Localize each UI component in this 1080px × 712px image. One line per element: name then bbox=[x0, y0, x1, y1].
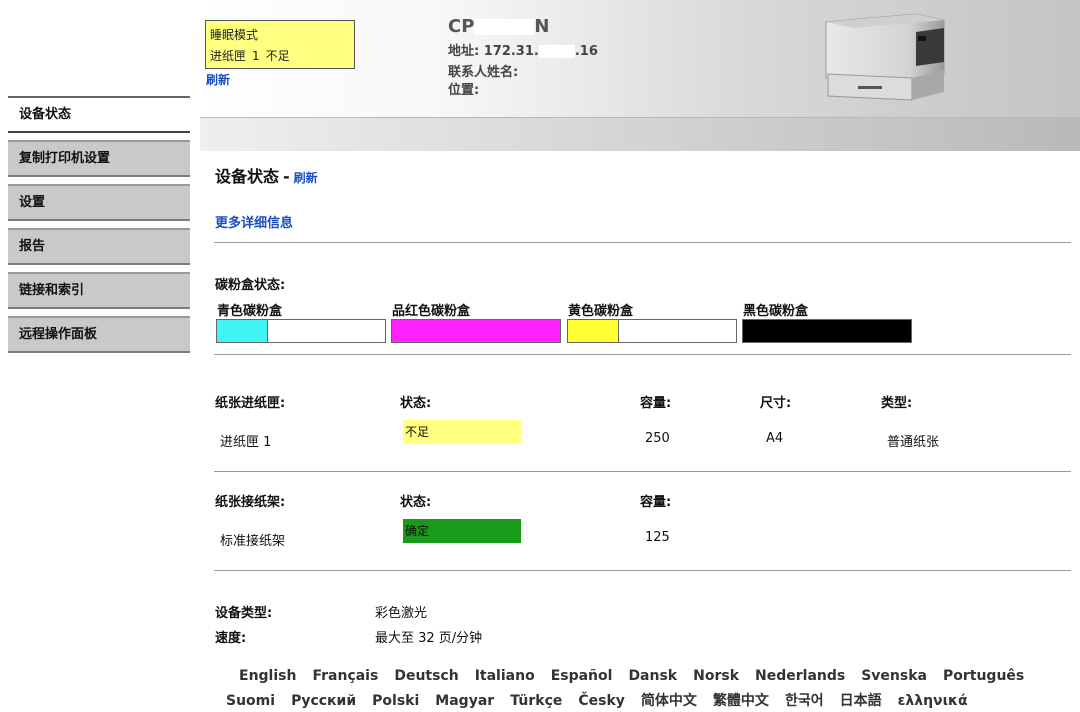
yellow-toner-label: 黄色碳粉盒 bbox=[568, 304, 634, 319]
yellow-toner-gauge bbox=[567, 319, 737, 343]
divider bbox=[214, 354, 1071, 355]
device-type-value: 彩色激光 bbox=[375, 606, 428, 621]
toner-status-label: 碳粉盒状态: bbox=[215, 278, 286, 293]
tray-1-capacity: 250 bbox=[645, 431, 670, 446]
lang-link-russian[interactable]: Русский bbox=[291, 693, 356, 709]
lang-link-espanol[interactable]: Español bbox=[551, 668, 613, 684]
header-divider-band bbox=[200, 117, 1080, 151]
printer-address: 地址: 172.31. .16 bbox=[448, 44, 598, 59]
lang-link-english[interactable]: English bbox=[239, 668, 296, 684]
divider bbox=[214, 471, 1071, 472]
status-mode-text: 睡眠模式 bbox=[210, 28, 259, 42]
speed-label: 速度: bbox=[215, 631, 247, 646]
lang-link-suomi[interactable]: Suomi bbox=[226, 693, 275, 709]
lang-link-deutsch[interactable]: Deutsch bbox=[394, 668, 458, 684]
standard-bin-name: 标准接纸架 bbox=[220, 534, 286, 549]
output-bin-capacity-header: 容量: bbox=[640, 495, 672, 510]
standard-bin-capacity: 125 bbox=[645, 530, 670, 545]
sidebar-item-settings[interactable]: 设置 bbox=[8, 184, 190, 221]
lang-link-norsk[interactable]: Norsk bbox=[693, 668, 739, 684]
cyan-toner-fill bbox=[217, 320, 269, 342]
black-toner-gauge bbox=[742, 319, 912, 343]
lang-link-korean[interactable]: 한국어 bbox=[785, 693, 824, 709]
printer-status-box: 睡眠模式 进纸匣 1 不足 bbox=[205, 20, 355, 69]
yellow-toner-fill bbox=[568, 320, 620, 342]
cyan-toner-gauge bbox=[216, 319, 386, 343]
input-tray-capacity-header: 容量: bbox=[640, 396, 672, 411]
input-tray-size-header: 尺寸: bbox=[760, 396, 792, 411]
sidebar-item-reports[interactable]: 报告 bbox=[8, 228, 190, 265]
language-links-row-2: Suomi Русский Polski Magyar Türkçe Česky 简体中文繁… bbox=[226, 690, 984, 710]
divider bbox=[214, 570, 1071, 571]
redacted-block bbox=[474, 19, 535, 35]
black-toner-fill bbox=[743, 320, 911, 342]
lang-link-magyar[interactable]: Magyar bbox=[435, 693, 494, 709]
speed-value: 最大至 32 页/分钟 bbox=[375, 631, 483, 646]
lang-link-dansk[interactable]: Dansk bbox=[628, 668, 677, 684]
input-tray-header: 纸张进纸匣: bbox=[215, 396, 286, 411]
magenta-toner-gauge bbox=[391, 319, 561, 343]
refresh-link-top[interactable]: 刷新 bbox=[206, 71, 230, 88]
lang-link-portugues[interactable]: Português bbox=[943, 668, 1024, 684]
language-links-row-1: English Français Deutsch Italiano Español Dan… bbox=[239, 668, 1040, 684]
lang-link-simplified-chinese[interactable]: 简体中文 bbox=[641, 693, 697, 709]
sidebar-item-copy-printer-settings[interactable]: 复制打印机设置 bbox=[8, 140, 190, 177]
divider bbox=[214, 242, 1071, 243]
refresh-link[interactable]: 刷新 bbox=[294, 171, 318, 185]
lang-link-japanese[interactable]: 日本語 bbox=[840, 693, 882, 709]
status-tray-text: 进纸匣 1 不足 bbox=[210, 49, 290, 63]
input-tray-status-header: 状态: bbox=[400, 396, 432, 411]
lang-link-svenska[interactable]: Svenska bbox=[861, 668, 927, 684]
lang-link-francais[interactable]: Français bbox=[312, 668, 378, 684]
lang-link-nederlands[interactable]: Nederlands bbox=[755, 668, 845, 684]
output-bin-header: 纸张接纸架: bbox=[215, 495, 286, 510]
black-toner-label: 黑色碳粉盒 bbox=[743, 304, 809, 319]
magenta-toner-label: 品红色碳粉盒 bbox=[392, 304, 471, 319]
lang-link-turkce[interactable]: Türkçe bbox=[510, 693, 562, 709]
redacted-block bbox=[538, 45, 575, 58]
more-details-link[interactable]: 更多详细信息 bbox=[215, 212, 293, 231]
contact-name-label: 联系人姓名: bbox=[448, 65, 519, 80]
device-type-label: 设备类型: bbox=[215, 606, 273, 621]
sidebar-item-device-status[interactable]: 设备状态 bbox=[8, 96, 190, 133]
output-bin-status-header: 状态: bbox=[400, 495, 432, 510]
input-tray-type-header: 类型: bbox=[881, 396, 913, 411]
lang-link-polski[interactable]: Polski bbox=[372, 693, 419, 709]
printer-image bbox=[825, 13, 945, 101]
lang-link-traditional-chinese[interactable]: 繁體中文 bbox=[713, 693, 769, 709]
sidebar-item-links-index[interactable]: 链接和索引 bbox=[8, 272, 190, 309]
printer-model-name: CP N bbox=[448, 16, 550, 37]
tray-1-status-chip: 不足 bbox=[403, 420, 521, 444]
tray-1-type: 普通纸张 bbox=[887, 435, 940, 450]
lang-link-cesky[interactable]: Česky bbox=[578, 693, 625, 709]
tray-1-size: A4 bbox=[766, 431, 784, 446]
location-label: 位置: bbox=[448, 83, 480, 98]
lang-link-italiano[interactable]: Italiano bbox=[475, 668, 535, 684]
lang-link-greek[interactable]: ελληνικά bbox=[898, 693, 968, 709]
page-title: 设备状态 - 刷新 bbox=[215, 167, 318, 186]
main-content: 设备状态 - 刷新 更多详细信息 碳粉盒状态: 青色碳粉盒 品红色碳粉盒 黄色碳粉盒… bbox=[200, 150, 1080, 712]
sidebar-item-remote-panel[interactable]: 远程操作面板 bbox=[8, 316, 190, 353]
standard-bin-status-chip: 确定 bbox=[403, 519, 521, 543]
cyan-toner-label: 青色碳粉盒 bbox=[217, 304, 283, 319]
magenta-toner-fill bbox=[392, 320, 560, 342]
tray-1-name: 进纸匣 1 bbox=[220, 435, 272, 450]
